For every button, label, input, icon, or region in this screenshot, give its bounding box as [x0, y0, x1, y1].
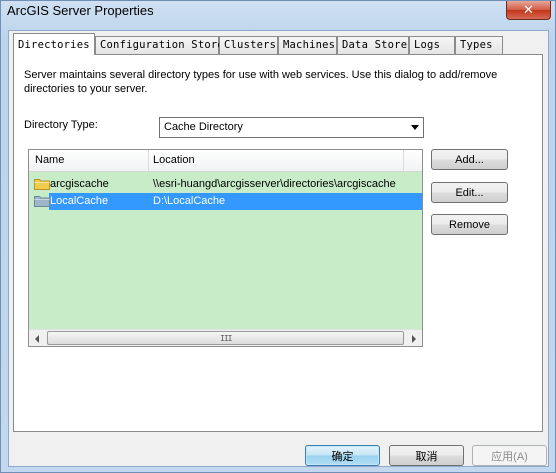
window-title: ArcGIS Server Properties [7, 3, 154, 18]
list-header: Name Location [29, 150, 422, 172]
row-location: \\esri-huangd\arcgisserver\directories\a… [153, 178, 396, 190]
close-icon: ✕ [523, 2, 534, 18]
directories-panel: Server maintains several directory types… [13, 54, 543, 432]
column-divider[interactable] [148, 150, 149, 172]
tab-directories[interactable]: Directories [13, 33, 95, 55]
tab-clusters[interactable]: Clusters [219, 36, 278, 54]
row-location: D:\LocalCache [153, 195, 226, 207]
column-header-location[interactable]: Location [153, 154, 195, 166]
add-button[interactable]: Add... [431, 149, 508, 170]
directory-type-select[interactable]: Cache Directory [159, 117, 424, 138]
horizontal-scrollbar[interactable]: III [29, 329, 422, 346]
ok-button[interactable]: 确定 [305, 445, 380, 466]
tab-data-store[interactable]: Data Store [337, 36, 409, 54]
directory-type-value: Cache Directory [164, 121, 243, 133]
tab-configuration-store[interactable]: Configuration Store [95, 36, 224, 54]
tab-machines[interactable]: Machines [278, 36, 337, 54]
cancel-button[interactable]: 取消 [389, 445, 464, 466]
list-item[interactable]: arcgiscache \\esri-huangd\arcgisserver\d… [29, 176, 422, 193]
scroll-right-icon[interactable] [412, 335, 416, 343]
column-divider[interactable] [403, 150, 404, 172]
grip-icon: III [220, 334, 232, 343]
directories-list[interactable]: Name Location arcgiscache \\esri-huangd\… [28, 149, 423, 347]
chevron-down-icon [411, 125, 419, 130]
remove-button[interactable]: Remove [431, 214, 508, 235]
properties-dialog: ArcGIS Server Properties ✕ Directories C… [0, 0, 556, 473]
apply-button[interactable]: 应用(A) [472, 445, 547, 466]
tab-types[interactable]: Types [455, 36, 503, 54]
row-name: arcgiscache [50, 178, 109, 190]
edit-button[interactable]: Edit... [431, 182, 508, 203]
scroll-left-icon[interactable] [35, 335, 39, 343]
list-item[interactable]: LocalCache D:\LocalCache [29, 193, 422, 210]
close-button[interactable]: ✕ [506, 1, 551, 20]
scroll-thumb[interactable]: III [47, 331, 404, 345]
folder-icon [34, 196, 50, 207]
tab-logs[interactable]: Logs [409, 36, 455, 54]
title-bar[interactable]: ArcGIS Server Properties ✕ [1, 1, 555, 31]
folder-icon [34, 179, 50, 190]
row-name: LocalCache [50, 195, 109, 207]
column-header-name[interactable]: Name [35, 154, 64, 166]
directory-type-label: Directory Type: [24, 119, 98, 131]
intro-text: Server maintains several directory types… [24, 69, 498, 95]
dialog-client-area: Directories Configuration Store Clusters… [8, 30, 549, 467]
